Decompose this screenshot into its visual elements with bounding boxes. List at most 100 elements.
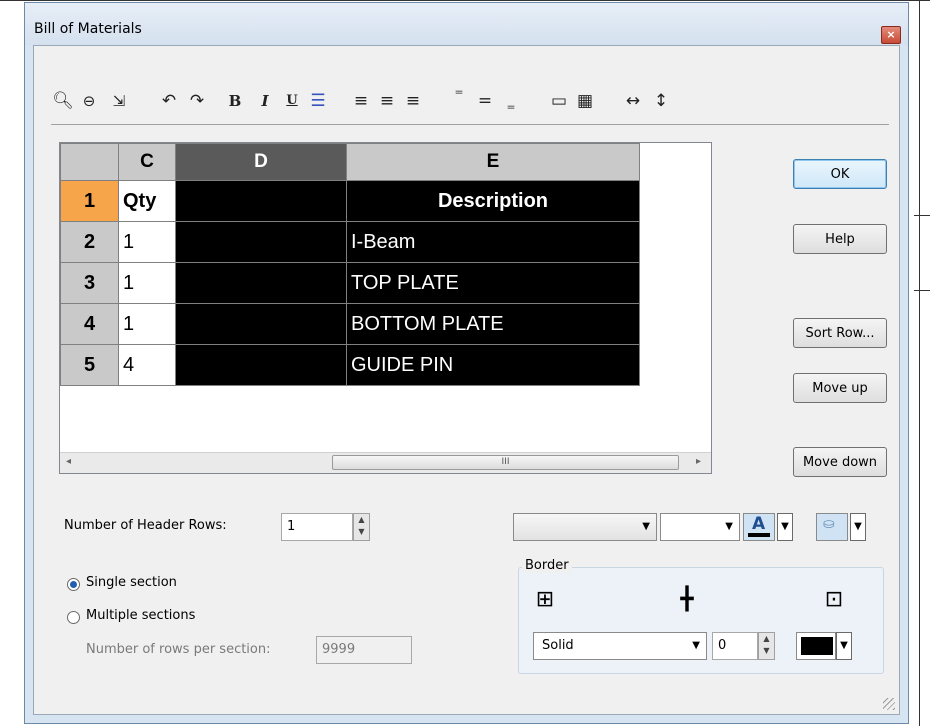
single-section-label: Single section — [86, 575, 177, 590]
d-cell[interactable] — [175, 221, 347, 263]
border-style-combo[interactable]: Solid ▼ — [533, 632, 707, 660]
qty-cell[interactable]: 1 — [118, 303, 176, 345]
insert-icon[interactable]: ⇲ — [107, 88, 131, 114]
multiple-sections-label: Multiple sections — [86, 608, 196, 623]
fill-bucket-icon: ⛀ — [823, 516, 835, 532]
description-cell[interactable]: Description — [346, 180, 640, 222]
column-header-row: C D E — [60, 143, 640, 181]
italic-icon[interactable]: I — [253, 88, 277, 114]
line-style-icon[interactable]: ☰ — [306, 88, 330, 114]
row-header[interactable]: 4 — [60, 303, 119, 345]
fill-color-button[interactable]: ⛀ — [816, 513, 848, 541]
chevron-down-icon: ▼ — [725, 521, 733, 532]
title-bar: Bill of Materials × — [25, 3, 908, 45]
header-rows-input[interactable]: 1 — [281, 513, 353, 541]
column-header-c[interactable]: C — [118, 143, 176, 181]
inner-borders-icon[interactable]: ╋ — [675, 588, 699, 612]
qty-cell[interactable]: 1 — [118, 221, 176, 263]
d-cell[interactable] — [175, 344, 347, 386]
zoom-out-icon[interactable]: ⊖ — [77, 88, 101, 114]
fill-color-dropdown[interactable]: ▼ — [850, 513, 866, 541]
scroll-right-icon[interactable]: ▸ — [696, 456, 701, 467]
rows-per-section-label: Number of rows per section: — [86, 642, 271, 657]
toolbar: 🔍︎ ⊖ ⇲ ↶ ↷ B I U ☰ ≡ ≡ ≡ ⁼ = ₌ ▭ ▦ ↔ ↕ — [51, 88, 891, 116]
align-left-icon[interactable]: ≡ — [349, 88, 373, 114]
column-icon[interactable]: ▭ — [547, 88, 571, 114]
d-cell[interactable] — [175, 303, 347, 345]
rows-per-section-input[interactable]: 9999 — [316, 636, 412, 664]
bom-table: C D E 1 Qty Description 2 1 I-Beam 3 1 T… — [60, 143, 640, 386]
underline-icon[interactable]: U — [280, 88, 304, 114]
d-cell[interactable] — [175, 262, 347, 304]
undo-icon[interactable]: ↶ — [157, 88, 181, 114]
description-cell[interactable]: I-Beam — [346, 221, 640, 263]
align-bottom-icon[interactable]: ₌ — [499, 88, 523, 115]
bom-dialog: Bill of Materials × 🔍︎ ⊖ ⇲ ↶ ↷ B I U ☰ ≡… — [24, 2, 909, 724]
resize-grip[interactable] — [883, 698, 895, 710]
table-row: 5 4 GUIDE PIN — [60, 344, 640, 386]
description-cell[interactable]: GUIDE PIN — [346, 344, 640, 386]
border-color-dropdown[interactable]: ▼ — [836, 632, 852, 660]
align-middle-icon[interactable]: = — [473, 88, 497, 114]
text-color-dropdown[interactable]: ▼ — [777, 513, 793, 541]
border-color-swatch — [801, 637, 833, 655]
scroll-thumb[interactable]: III — [332, 455, 679, 470]
border-color-button[interactable] — [796, 632, 836, 660]
corner-cell[interactable] — [60, 143, 119, 181]
row-header[interactable]: 1 — [60, 180, 119, 222]
bold-icon[interactable]: B — [223, 88, 247, 114]
text-color-icon: A — [752, 514, 766, 534]
move-down-button[interactable]: Move down — [793, 447, 887, 477]
table-icon[interactable]: ▦ — [573, 88, 597, 114]
move-up-button[interactable]: Move up — [793, 373, 887, 403]
row-header[interactable]: 2 — [60, 221, 119, 263]
column-header-d[interactable]: D — [175, 143, 347, 181]
single-section-radio[interactable] — [67, 578, 80, 591]
outer-border-icon[interactable]: ⊡ — [822, 588, 846, 612]
bom-grid[interactable]: C D E 1 Qty Description 2 1 I-Beam 3 1 T… — [59, 142, 712, 474]
horizontal-scrollbar[interactable]: ◂ III ▸ — [60, 452, 711, 473]
fit-width-icon[interactable]: ↔ — [621, 88, 645, 114]
all-borders-icon[interactable]: ⊞ — [533, 588, 557, 612]
description-cell[interactable]: TOP PLATE — [346, 262, 640, 304]
qty-cell[interactable]: 4 — [118, 344, 176, 386]
help-button[interactable]: Help — [793, 224, 887, 254]
chevron-down-icon: ▼ — [692, 640, 700, 651]
border-width-input[interactable]: 0 — [712, 632, 758, 660]
multiple-sections-radio[interactable] — [67, 611, 80, 624]
table-row: 1 Qty Description — [60, 180, 640, 222]
zoom-in-icon[interactable]: 🔍︎ — [51, 88, 75, 114]
table-row: 2 1 I-Beam — [60, 221, 640, 263]
redo-icon[interactable]: ↷ — [185, 88, 209, 114]
text-color-button[interactable]: A — [743, 513, 775, 541]
qty-cell[interactable]: Qty — [118, 180, 176, 222]
align-top-icon[interactable]: ⁼ — [447, 88, 471, 114]
table-row: 3 1 TOP PLATE — [60, 262, 640, 304]
row-header[interactable]: 3 — [60, 262, 119, 304]
size-combo[interactable]: ▼ — [660, 513, 740, 541]
font-combo[interactable]: ▼ — [513, 513, 657, 541]
sort-row-button[interactable]: Sort Row... — [793, 318, 887, 348]
toolbar-separator — [51, 124, 889, 125]
chevron-down-icon: ▼ — [642, 521, 650, 532]
header-rows-spinner[interactable]: ▲ ▼ — [353, 513, 370, 541]
column-header-e[interactable]: E — [346, 143, 640, 181]
align-right-icon[interactable]: ≡ — [401, 88, 425, 114]
header-rows-label: Number of Header Rows: — [64, 518, 227, 533]
table-row: 4 1 BOTTOM PLATE — [60, 303, 640, 345]
align-center-icon[interactable]: ≡ — [375, 88, 399, 114]
dialog-title: Bill of Materials — [34, 21, 142, 37]
ok-button[interactable]: OK — [793, 159, 887, 189]
close-button[interactable]: × — [881, 26, 901, 44]
d-cell[interactable] — [175, 180, 347, 222]
scroll-left-icon[interactable]: ◂ — [66, 456, 71, 467]
fit-height-icon[interactable]: ↕ — [649, 88, 673, 114]
row-header[interactable]: 5 — [60, 344, 119, 386]
border-group-title: Border — [522, 558, 572, 573]
text-color-swatch — [748, 533, 770, 537]
border-width-spinner[interactable]: ▲ ▼ — [758, 632, 775, 660]
qty-cell[interactable]: 1 — [118, 262, 176, 304]
description-cell[interactable]: BOTTOM PLATE — [346, 303, 640, 345]
dialog-client: 🔍︎ ⊖ ⇲ ↶ ↷ B I U ☰ ≡ ≡ ≡ ⁼ = ₌ ▭ ▦ ↔ ↕ C… — [33, 45, 900, 715]
border-style-value: Solid — [542, 638, 574, 653]
